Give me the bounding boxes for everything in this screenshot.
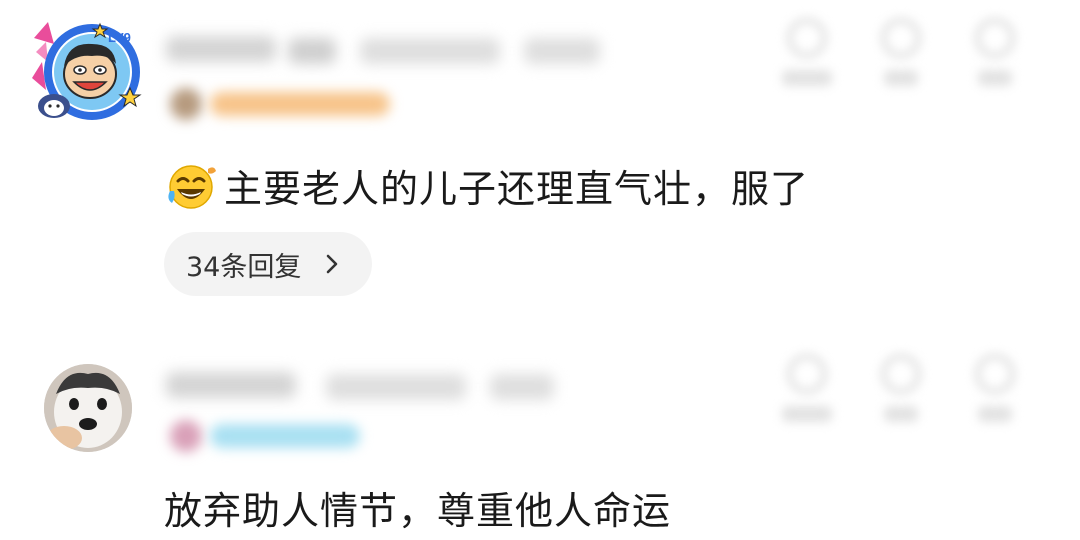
chevron-right-icon bbox=[327, 254, 338, 274]
tag-blurred bbox=[288, 38, 336, 64]
like-icon bbox=[881, 18, 921, 58]
rolling-laughing-emoji bbox=[168, 165, 216, 209]
fan-badge-blurred bbox=[210, 424, 360, 448]
reply-action[interactable] bbox=[778, 12, 836, 90]
like-icon bbox=[881, 354, 921, 394]
dog-avatar-illustration bbox=[44, 364, 132, 452]
avatar-illustration: LV9 bbox=[32, 22, 142, 120]
user-avatar[interactable] bbox=[44, 364, 132, 452]
medal-icon bbox=[170, 88, 202, 120]
like-count-blurred bbox=[884, 406, 918, 422]
reply-icon bbox=[787, 18, 827, 58]
medal-icon bbox=[170, 420, 202, 452]
dislike-icon bbox=[975, 354, 1015, 394]
dislike-count-blurred bbox=[978, 70, 1012, 86]
dislike-count-blurred bbox=[978, 406, 1012, 422]
comment-body: 放弃助人情节，尊重他人命运 bbox=[164, 489, 672, 533]
replies-label: 34条回复 bbox=[186, 251, 302, 283]
comment-body: 主要老人的儿子还理直气壮，服了 bbox=[224, 167, 810, 211]
like-action[interactable] bbox=[872, 348, 930, 426]
username-blurred bbox=[166, 372, 296, 398]
like-count-blurred bbox=[884, 70, 918, 86]
svg-text:LV9: LV9 bbox=[108, 30, 131, 45]
comment-item: LV9 主要老人的儿子还理直气壮，服了 34条回复 bbox=[0, 0, 1080, 320]
user-avatar[interactable]: LV9 bbox=[30, 18, 146, 122]
username-blurred bbox=[166, 36, 276, 62]
dislike-icon bbox=[975, 18, 1015, 58]
dislike-action[interactable] bbox=[966, 12, 1024, 90]
timestamp-blurred bbox=[326, 374, 466, 400]
fan-badge-blurred bbox=[210, 92, 390, 116]
comment-text: 主要老人的儿子还理直气壮，服了 bbox=[164, 158, 809, 213]
reply-count-blurred bbox=[782, 70, 832, 86]
reply-icon bbox=[787, 354, 827, 394]
like-action[interactable] bbox=[872, 12, 930, 90]
reply-action[interactable] bbox=[778, 348, 836, 426]
dislike-action[interactable] bbox=[966, 348, 1024, 426]
comment-item: 放弃助人情节，尊重他人命运 bbox=[0, 330, 1080, 540]
comment-text: 放弃助人情节，尊重他人命运 bbox=[164, 480, 671, 535]
timestamp-blurred bbox=[360, 38, 500, 64]
location-blurred bbox=[490, 374, 554, 400]
view-replies-button[interactable]: 34条回复 bbox=[164, 232, 372, 296]
reply-count-blurred bbox=[782, 406, 832, 422]
location-blurred bbox=[524, 38, 600, 64]
